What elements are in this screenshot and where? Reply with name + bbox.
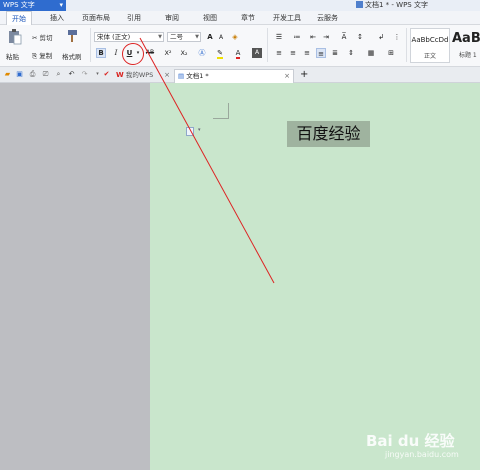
paste-icon[interactable] <box>8 29 22 45</box>
chevron-down-icon: ▼ <box>195 34 199 40</box>
font-name-combo[interactable]: 宋体 (正文) ▼ <box>94 32 164 42</box>
baidu-watermark-url: jingyan.baidu.com <box>385 450 459 459</box>
tab-review[interactable]: 审阅 <box>165 11 179 25</box>
tab-view[interactable]: 视图 <box>203 11 217 25</box>
show-marks-icon[interactable]: ↲ <box>374 32 388 42</box>
align-right-icon[interactable]: ≡ <box>302 48 312 58</box>
copy-icon: ⎘ <box>32 52 38 60</box>
page-margin-marker <box>213 103 229 119</box>
justify-icon[interactable]: ≡ <box>316 48 326 58</box>
paste-button[interactable]: 粘贴 <box>6 51 19 61</box>
tab-home[interactable]: 开始 <box>6 11 32 26</box>
chevron-down-icon: ▾ <box>198 127 201 133</box>
save-icon[interactable]: ▣ <box>15 70 24 79</box>
style-normal[interactable]: AaBbCcDd 正文 <box>410 28 450 63</box>
wps-logo-icon: W <box>116 71 124 79</box>
ribbon-divider <box>90 28 91 62</box>
close-icon[interactable]: × <box>284 70 290 83</box>
tab-references[interactable]: 引用 <box>127 11 141 25</box>
shrink-font-button[interactable]: A <box>217 33 225 43</box>
decrease-indent-icon[interactable]: ⇤ <box>308 32 318 42</box>
subscript-button[interactable]: X₂ <box>178 48 190 58</box>
font-color-icon[interactable]: A <box>232 48 244 59</box>
tab-insert[interactable]: 插入 <box>50 11 64 25</box>
highlight-icon[interactable]: ✎ <box>214 48 226 59</box>
print-preview-icon[interactable]: ⌕ <box>54 70 63 79</box>
app-label: WPS 文字 <box>3 1 35 9</box>
close-icon[interactable]: × <box>164 69 170 82</box>
tab-my-wps[interactable]: W 我的WPS × <box>113 69 173 83</box>
paragraph-shading-icon[interactable]: ▦ <box>364 48 378 58</box>
redo-icon[interactable]: ↷ <box>80 70 89 79</box>
document-tab-bar: ▰ ▣ ⎙ ⎚ ⌕ ↶ ↷ ▾ ✔ W 我的WPS × ▤ 文档1 * × + <box>0 67 480 83</box>
bold-button[interactable]: B <box>96 48 106 58</box>
bullet-list-icon[interactable]: ☰ <box>272 32 286 42</box>
border-icon[interactable]: ⊞ <box>384 48 398 58</box>
tab-developer-tools[interactable]: 开发工具 <box>273 11 301 25</box>
open-folder-icon[interactable]: ▰ <box>3 70 12 79</box>
character-shading-icon[interactable]: A <box>252 48 262 58</box>
line-spacing-icon[interactable]: ⇕ <box>345 48 357 58</box>
menu-bar: 开始 插入 页面布局 引用 审阅 视图 章节 开发工具 云服务 <box>0 11 480 26</box>
baidu-watermark: Bai du 经验 <box>366 432 455 450</box>
numbered-list-icon[interactable]: ≔ <box>290 32 304 42</box>
ribbon-divider <box>267 28 268 62</box>
italic-button[interactable]: I <box>112 48 120 58</box>
superscript-button[interactable]: X² <box>162 48 174 58</box>
chevron-down-icon[interactable]: ▾ <box>93 70 102 79</box>
increase-indent-icon[interactable]: ⇥ <box>321 32 331 42</box>
more-icon[interactable]: ⋮ <box>392 32 402 42</box>
ribbon-toolbar: 粘贴 ✂ 剪切 ⎘ 复制 格式刷 宋体 (正文) ▼ 二号 ▼ A A ◈ B I … <box>0 25 480 67</box>
annotation-circle <box>122 43 144 65</box>
window-title: 文档1 * - WPS 文字 <box>356 0 428 11</box>
scissors-icon: ✂ <box>32 34 38 42</box>
distribute-icon[interactable]: ≣ <box>330 48 340 58</box>
format-painter-icon[interactable] <box>66 29 78 43</box>
tab-document-1[interactable]: ▤ 文档1 * × <box>174 69 294 83</box>
copy-button[interactable]: ⎘ 复制 <box>32 50 52 61</box>
strikethrough-button[interactable]: AB <box>143 48 157 58</box>
title-bar: WPS 文字 ▾ 文档1 * - WPS 文字 <box>0 0 480 11</box>
print-icon[interactable]: ⎚ <box>41 70 50 79</box>
text-effect-icon[interactable]: Ⓐ <box>196 48 208 58</box>
ribbon-divider <box>406 28 407 62</box>
chevron-down-icon: ▾ <box>59 1 63 9</box>
wps-app-menu-button[interactable]: WPS 文字 ▾ <box>0 0 66 11</box>
selected-text[interactable]: 百度经验 <box>287 121 370 147</box>
cut-button[interactable]: ✂ 剪切 <box>32 32 53 42</box>
new-tab-button[interactable]: + <box>297 69 309 83</box>
chevron-down-icon: ▼ <box>158 34 162 40</box>
clear-format-icon[interactable]: ◈ <box>230 32 240 42</box>
tab-page-layout[interactable]: 页面布局 <box>82 11 110 25</box>
align-left-icon[interactable]: ≡ <box>274 48 284 58</box>
align-center-icon[interactable]: ≡ <box>288 48 298 58</box>
undo-icon[interactable]: ↶ <box>67 70 76 79</box>
pin-icon[interactable]: ✔ <box>102 70 111 79</box>
output-pdf-icon[interactable]: ⎙ <box>28 70 37 79</box>
tab-cloud-service[interactable]: 云服务 <box>317 11 338 25</box>
sort-icon[interactable]: ↕ <box>356 32 364 42</box>
grow-font-button[interactable]: A <box>205 32 215 42</box>
document-icon <box>356 1 363 8</box>
style-heading-1[interactable]: AaB 标题 1 <box>451 28 480 63</box>
chinese-layout-icon[interactable]: A̅ <box>337 32 351 42</box>
paste-options-icon[interactable] <box>186 127 194 136</box>
tab-chapter[interactable]: 章节 <box>241 11 255 25</box>
format-painter-button[interactable]: 格式刷 <box>62 51 82 61</box>
font-size-combo[interactable]: 二号 ▼ <box>167 32 201 42</box>
document-icon: ▤ <box>178 72 185 80</box>
